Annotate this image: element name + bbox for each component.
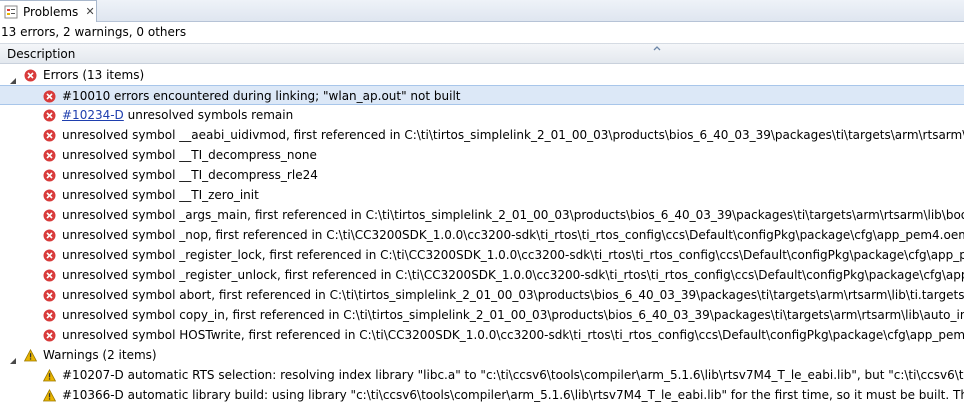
error-description: unresolved symbol __TI_decompress_none bbox=[62, 148, 317, 162]
problems-view-icon bbox=[4, 5, 18, 19]
error-icon bbox=[43, 168, 56, 182]
warning-description: #10366-D automatic library build: using … bbox=[62, 388, 964, 402]
error-icon bbox=[43, 188, 56, 202]
sort-ascending-icon bbox=[652, 41, 662, 51]
warning-row[interactable]: #10207-D automatic RTS selection: resolv… bbox=[0, 365, 964, 385]
problems-summary: 13 errors, 2 warnings, 0 others bbox=[1, 25, 187, 39]
error-icon bbox=[43, 128, 56, 142]
error-description: unresolved symbol _args_main, first refe… bbox=[62, 208, 964, 222]
error-row[interactable]: unresolved symbol _register_lock, first … bbox=[0, 245, 964, 265]
error-description: unresolved symbol __TI_decompress_rle24 bbox=[62, 168, 318, 182]
error-icon bbox=[43, 308, 56, 322]
error-icon bbox=[43, 208, 56, 222]
expanded-triangle-icon[interactable] bbox=[9, 71, 17, 84]
error-code-link[interactable]: #10234-D bbox=[62, 108, 124, 122]
error-row[interactable]: unresolved symbol HOSTwrite, first refer… bbox=[0, 325, 964, 345]
error-icon bbox=[43, 89, 56, 103]
group-row-errors[interactable]: Errors (13 items) bbox=[0, 65, 964, 85]
error-row[interactable]: unresolved symbol _register_unlock, firs… bbox=[0, 265, 964, 285]
error-description: unresolved symbol _register_lock, first … bbox=[62, 248, 964, 262]
error-icon bbox=[24, 68, 37, 82]
error-row[interactable]: unresolved symbol _args_main, first refe… bbox=[0, 205, 964, 225]
error-row[interactable]: unresolved symbol copy_in, first referen… bbox=[0, 305, 964, 325]
warning-icon bbox=[42, 388, 57, 402]
error-icon bbox=[43, 228, 56, 242]
error-icon bbox=[43, 328, 56, 342]
error-description: #10010 errors encountered during linking… bbox=[62, 89, 461, 103]
warning-icon bbox=[42, 368, 57, 382]
error-description: unresolved symbol _nop, first referenced… bbox=[62, 228, 964, 242]
warning-row[interactable]: #10366-D automatic library build: using … bbox=[0, 385, 964, 405]
warning-icon bbox=[23, 348, 38, 362]
expanded-triangle-icon[interactable] bbox=[9, 351, 17, 364]
error-row[interactable]: unresolved symbol __aeabi_uidivmod, firs… bbox=[0, 125, 964, 145]
error-row[interactable]: #10010 errors encountered during linking… bbox=[0, 85, 964, 105]
error-description: unresolved symbol __aeabi_uidivmod, firs… bbox=[62, 128, 964, 142]
warning-description: #10207-D automatic RTS selection: resolv… bbox=[62, 368, 964, 382]
error-description: unresolved symbol copy_in, first referen… bbox=[62, 308, 964, 322]
error-description: unresolved symbol __TI_zero_init bbox=[62, 188, 259, 202]
view-tab-bar: Problems ✕ bbox=[0, 0, 964, 22]
group-label-warnings: Warnings (2 items) bbox=[43, 348, 157, 362]
group-label-errors: Errors (13 items) bbox=[43, 68, 145, 82]
error-row[interactable]: unresolved symbol _nop, first referenced… bbox=[0, 225, 964, 245]
error-icon bbox=[43, 148, 56, 162]
error-row[interactable]: unresolved symbol abort, first reference… bbox=[0, 285, 964, 305]
error-description: unresolved symbol _register_unlock, firs… bbox=[62, 268, 964, 282]
error-description: unresolved symbol HOSTwrite, first refer… bbox=[62, 328, 964, 342]
error-icon bbox=[43, 288, 56, 302]
column-header-label: Description bbox=[7, 47, 76, 61]
error-row[interactable]: unresolved symbol __TI_zero_init bbox=[0, 185, 964, 205]
error-description: unresolved symbol abort, first reference… bbox=[62, 288, 964, 302]
problems-tree: Errors (13 items) #10010 errors encounte… bbox=[0, 65, 964, 413]
tab-title: Problems bbox=[23, 4, 79, 19]
column-header-description[interactable]: Description bbox=[0, 43, 964, 64]
error-description: unresolved symbols remain bbox=[127, 108, 294, 122]
error-icon bbox=[43, 108, 56, 122]
error-row[interactable]: unresolved symbol __TI_decompress_none bbox=[0, 145, 964, 165]
tab-problems[interactable]: Problems ✕ bbox=[0, 0, 97, 22]
error-row[interactable]: unresolved symbol __TI_decompress_rle24 bbox=[0, 165, 964, 185]
group-row-warnings[interactable]: Warnings (2 items) bbox=[0, 345, 964, 365]
error-row[interactable]: #10234-D unresolved symbols remain bbox=[0, 105, 964, 125]
error-icon bbox=[43, 248, 56, 262]
close-icon[interactable]: ✕ bbox=[84, 5, 96, 18]
error-icon bbox=[43, 268, 56, 282]
